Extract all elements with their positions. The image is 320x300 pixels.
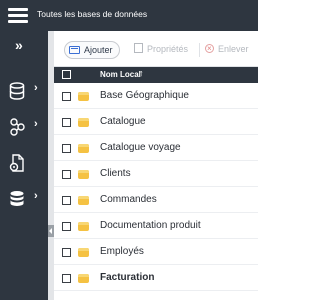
row-checkbox[interactable] [62,196,71,205]
row-label: Clients [100,168,131,179]
add-button[interactable]: Ajouter [64,41,120,59]
row-checkbox[interactable] [62,222,71,231]
table-row[interactable]: Catalogue [54,109,258,135]
toolbar: Ajouter Propriétés Enlever [54,31,258,67]
row-label: Documentation produit [100,220,201,231]
row-checkbox[interactable] [62,144,71,153]
sidebar-item-database-stack[interactable]: › [9,187,45,211]
hamburger-menu-icon[interactable] [6,6,30,24]
row-label: Commandes [100,194,157,205]
add-icon [69,46,80,54]
database-icon [78,144,89,153]
properties-icon [134,43,143,53]
row-label: Employés [100,246,144,257]
properties-button[interactable]: Propriétés [134,41,188,59]
database-icon [78,92,89,101]
select-all-checkbox[interactable] [62,70,71,79]
database-icon [9,82,25,100]
row-label: Base Géographique [100,90,189,101]
sidebar: » › › › [0,31,48,300]
table-row[interactable]: Facturation [54,265,258,291]
expand-sidebar-icon[interactable]: » [15,37,23,53]
page-title: Toutes les bases de données [37,9,148,19]
database-icon [78,170,89,179]
table-row[interactable]: Employés [54,239,258,265]
table-row[interactable]: Catalogue voyage [54,135,258,161]
sort-ascending-icon[interactable]: ↑ [139,68,144,78]
database-stack-icon [10,191,24,206]
toolbar-divider [199,43,200,57]
database-icon [78,196,89,205]
database-icon [78,248,89,257]
database-icon [78,274,89,283]
chevron-right-icon: › [34,118,38,130]
remove-icon [205,41,214,57]
row-label: Catalogue [100,116,146,127]
top-bar: Toutes les bases de données [0,0,258,31]
row-label: Facturation [100,272,155,283]
row-checkbox[interactable] [62,248,71,257]
file-settings-icon [9,154,24,172]
table-header: Nom Local ↑ [54,67,258,83]
chevron-right-icon: › [34,82,38,94]
row-checkbox[interactable] [62,92,71,101]
row-checkbox[interactable] [62,170,71,179]
row-label: Catalogue voyage [100,142,181,153]
sidebar-item-databases[interactable]: › [9,79,45,103]
sidebar-item-network[interactable]: › [9,115,45,139]
row-checkbox[interactable] [62,118,71,127]
remove-button[interactable]: Enlever [205,41,249,59]
database-icon [78,222,89,231]
network-icon [10,118,25,136]
table-row[interactable]: Base Géographique [54,83,258,109]
row-checkbox[interactable] [62,274,71,283]
sidebar-item-files[interactable] [9,151,45,175]
table-row[interactable]: Commandes [54,187,258,213]
database-icon [78,118,89,127]
table-row[interactable]: Documentation produit [54,213,258,239]
column-header-name[interactable]: Nom Local [100,70,141,79]
chevron-right-icon: › [34,190,38,202]
table-row[interactable]: Clients [54,161,258,187]
